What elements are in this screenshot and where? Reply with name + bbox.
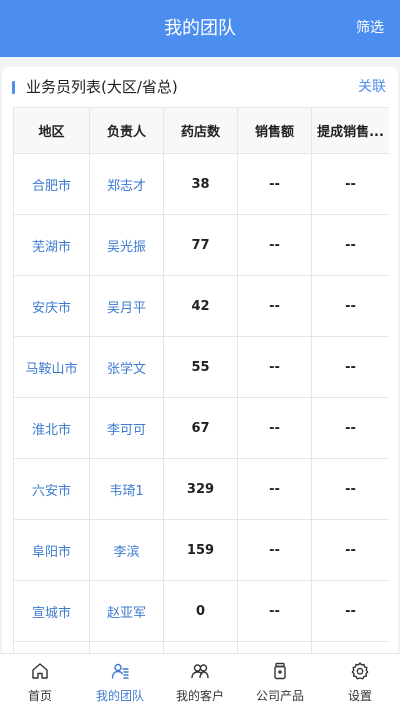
team-icon [111, 663, 129, 679]
column-header-sales: 销售额 [237, 107, 312, 154]
pharmacy-count-cell: 55 [163, 336, 238, 398]
region-cell[interactable]: 马鞍山市 [13, 336, 90, 398]
tab-company-products[interactable]: 公司产品 [240, 654, 320, 711]
table-row[interactable]: 六安市 韦琦1 329 -- -- [13, 458, 389, 520]
sales-cell: -- [237, 214, 312, 276]
sales-cell: -- [237, 580, 312, 642]
products-icon [274, 662, 286, 680]
region-cell[interactable]: 安庆市 [13, 275, 90, 337]
owner-cell[interactable]: 郑志才 [89, 153, 164, 215]
commission-sales-cell: -- [311, 153, 389, 215]
sales-cell: -- [237, 336, 312, 398]
column-header-region: 地区 [13, 107, 90, 154]
column-header-commission-sales: 提成销售... [311, 107, 389, 154]
sales-cell: -- [237, 275, 312, 337]
table-header-row: 地区 负责人 药店数 销售额 提成销售... [13, 107, 389, 154]
commission-sales-cell: -- [311, 214, 389, 276]
salesperson-table-container[interactable]: 地区 负责人 药店数 销售额 提成销售... 合肥市 郑志才 38 -- -- 芜湖市 吴光… [13, 107, 389, 667]
pharmacy-count-cell: 0 [163, 580, 238, 642]
bottom-tab-bar: 首页 我的团队 我的客户 公司产品 设置 [0, 653, 400, 711]
table-row[interactable]: 安庆市 吴月平 42 -- -- [13, 275, 389, 337]
table-row[interactable]: 宣城市 赵亚军 0 -- -- [13, 580, 389, 642]
commission-sales-cell: -- [311, 519, 389, 581]
page-title: 我的团队 [164, 18, 236, 39]
table-row[interactable]: 马鞍山市 张学文 55 -- -- [13, 336, 389, 398]
column-header-pharmacy-count: 药店数 [163, 107, 238, 154]
app-header: 我的团队 筛选 [0, 0, 400, 57]
tab-settings[interactable]: 设置 [320, 654, 400, 711]
owner-cell[interactable]: 赵亚军 [89, 580, 164, 642]
table-row[interactable]: 阜阳市 李滨 159 -- -- [13, 519, 389, 581]
table-row[interactable]: 合肥市 郑志才 38 -- -- [13, 153, 389, 215]
owner-cell[interactable]: 吴光振 [89, 214, 164, 276]
table-row[interactable]: 淮北市 李可可 67 -- -- [13, 397, 389, 459]
region-cell[interactable]: 宣城市 [13, 580, 90, 642]
tab-label: 首页 [27, 689, 52, 703]
salesperson-table: 地区 负责人 药店数 销售额 提成销售... 合肥市 郑志才 38 -- -- 芜湖市 吴光… [13, 107, 389, 667]
commission-sales-cell: -- [311, 275, 389, 337]
owner-cell[interactable]: 张学文 [89, 336, 164, 398]
tab-my-team[interactable]: 我的团队 [80, 654, 160, 711]
pharmacy-count-cell: 67 [163, 397, 238, 459]
commission-sales-cell: -- [311, 397, 389, 459]
owner-cell[interactable]: 吴月平 [89, 275, 164, 337]
pharmacy-count-cell: 42 [163, 275, 238, 337]
salesperson-card: 业务员列表(大区/省总) 关联 地区 负责人 药店数 销售额 提成销售... 合… [2, 67, 398, 667]
customers-icon [191, 664, 209, 679]
section-title: 业务员列表(大区/省总) [26, 78, 178, 96]
commission-sales-cell: -- [311, 458, 389, 520]
region-cell[interactable]: 芜湖市 [13, 214, 90, 276]
owner-cell[interactable]: 李可可 [89, 397, 164, 459]
sales-cell: -- [237, 397, 312, 459]
region-cell[interactable]: 淮北市 [13, 397, 90, 459]
region-cell[interactable]: 合肥市 [13, 153, 90, 215]
tab-label: 我的团队 [95, 689, 144, 703]
sales-cell: -- [237, 153, 312, 215]
region-cell[interactable]: 阜阳市 [13, 519, 90, 581]
pharmacy-count-cell: 329 [163, 458, 238, 520]
tab-home[interactable]: 首页 [0, 654, 80, 711]
sales-cell: -- [237, 458, 312, 520]
region-cell[interactable]: 六安市 [13, 458, 90, 520]
pharmacy-count-cell: 159 [163, 519, 238, 581]
pharmacy-count-cell: 38 [163, 153, 238, 215]
section-header: 业务员列表(大区/省总) 关联 [2, 67, 398, 107]
sales-cell: -- [237, 519, 312, 581]
section-accent-bar [12, 81, 15, 94]
owner-cell[interactable]: 韦琦1 [89, 458, 164, 520]
pharmacy-count-cell: 77 [163, 214, 238, 276]
commission-sales-cell: -- [311, 580, 389, 642]
settings-icon [351, 662, 369, 680]
owner-cell[interactable]: 李滨 [89, 519, 164, 581]
commission-sales-cell: -- [311, 336, 389, 398]
tab-label: 公司产品 [255, 689, 304, 703]
table-row[interactable]: 芜湖市 吴光振 77 -- -- [13, 214, 389, 276]
filter-button[interactable]: 筛选 [356, 0, 384, 57]
tab-label: 我的客户 [175, 689, 224, 703]
tab-my-customers[interactable]: 我的客户 [160, 654, 240, 711]
link-button[interactable]: 关联 [358, 67, 386, 107]
column-header-owner: 负责人 [89, 107, 164, 154]
home-icon [32, 663, 48, 679]
tab-label: 设置 [347, 689, 372, 703]
